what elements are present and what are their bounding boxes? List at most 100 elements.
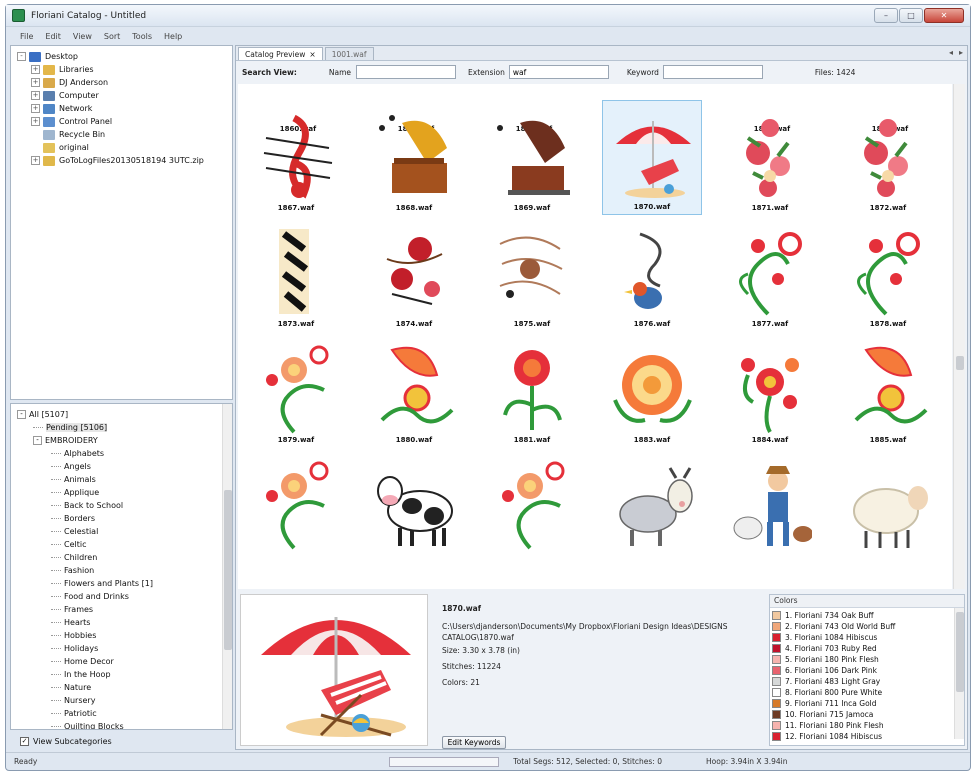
tab-prev-icon[interactable]: ◂	[949, 48, 953, 57]
menu-view[interactable]: View	[73, 32, 92, 41]
expand-icon[interactable]: +	[31, 117, 40, 126]
category-scroll-thumb[interactable]	[224, 490, 232, 650]
color-row[interactable]: 6. Floriani 106 Dark Pink	[772, 665, 877, 676]
tree-item[interactable]: + Libraries	[31, 63, 94, 76]
colors-scrollbar[interactable]	[954, 608, 964, 739]
category-item[interactable]: Angels	[51, 460, 91, 473]
category-item[interactable]: Hearts	[51, 616, 90, 629]
color-row[interactable]: 3. Floriani 1084 Hibiscus	[772, 632, 877, 643]
tree-item[interactable]: original	[31, 141, 89, 154]
collapse-icon[interactable]: -	[33, 436, 42, 445]
category-item[interactable]: Borders	[51, 512, 95, 525]
menu-file[interactable]: File	[20, 32, 33, 41]
color-row[interactable]: 5. Floriani 180 Pink Flesh	[772, 654, 879, 665]
color-row[interactable]: 12. Floriani 1084 Hibiscus	[772, 731, 882, 742]
design-thumbnail[interactable]: 1878.waf	[838, 216, 938, 331]
tab-catalog-preview[interactable]: Catalog Preview ×	[238, 47, 323, 60]
menu-sort[interactable]: Sort	[104, 32, 120, 41]
design-thumbnail[interactable]: 1874.waf	[364, 216, 464, 331]
tree-item[interactable]: Recycle Bin	[31, 128, 105, 141]
menu-tools[interactable]: Tools	[132, 32, 152, 41]
category-item[interactable]: Hobbies	[51, 629, 96, 642]
category-item[interactable]: Flowers and Plants [1]	[51, 577, 153, 590]
color-row[interactable]: 4. Floriani 703 Ruby Red	[772, 643, 877, 654]
expand-icon[interactable]: +	[31, 104, 40, 113]
view-subcategories-checkbox[interactable]: ✓	[20, 736, 29, 746]
color-row[interactable]: 8. Floriani 800 Pure White	[772, 687, 882, 698]
category-embroidery[interactable]: - EMBROIDERY	[33, 434, 98, 447]
design-thumbnail[interactable]: 1879.waf	[246, 332, 346, 447]
tree-item[interactable]: + DJ Anderson	[31, 76, 108, 89]
color-row[interactable]: 9. Floriani 711 Inca Gold	[772, 698, 877, 709]
category-pending[interactable]: Pending [5106]	[33, 421, 108, 434]
design-thumbnail[interactable]: 1870.waf	[602, 100, 702, 215]
design-thumbnail[interactable]	[246, 448, 346, 563]
design-thumbnail[interactable]: 1885.waf	[838, 332, 938, 447]
design-thumbnail[interactable]: 1869.waf	[482, 100, 582, 215]
category-item[interactable]: Holidays	[51, 642, 98, 655]
category-item[interactable]: Patriotic	[51, 707, 97, 720]
menu-edit[interactable]: Edit	[45, 32, 61, 41]
category-scrollbar[interactable]	[222, 404, 232, 729]
maximize-button[interactable]: □	[899, 8, 923, 23]
design-thumbnail[interactable]: 1877.waf	[720, 216, 820, 331]
design-thumbnail[interactable]: 1880.waf	[364, 332, 464, 447]
tab-1001-waf[interactable]: 1001.waf	[324, 47, 374, 60]
tab-close-icon[interactable]: ×	[309, 50, 315, 59]
design-thumbnail[interactable]	[602, 448, 702, 563]
tree-item[interactable]: + Control Panel	[31, 115, 112, 128]
extension-input[interactable]	[508, 65, 609, 79]
view-subcategories[interactable]: ✓ View Subcategories	[10, 732, 233, 750]
expand-icon[interactable]: +	[31, 78, 40, 87]
expand-icon[interactable]: +	[31, 91, 40, 100]
design-thumbnail[interactable]: 1871.waf	[720, 100, 820, 215]
color-row[interactable]: 10. Floriani 715 Jamoca	[772, 709, 873, 720]
menu-help[interactable]: Help	[164, 32, 182, 41]
grid-scroll-thumb[interactable]	[956, 356, 964, 370]
category-item[interactable]: Children	[51, 551, 97, 564]
design-thumbnail[interactable]: 1873.waf	[246, 216, 346, 331]
color-row[interactable]: 2. Floriani 743 Old World Buff	[772, 621, 895, 632]
design-thumbnail[interactable]: 1884.waf	[720, 332, 820, 447]
color-row[interactable]: 7. Floriani 483 Light Gray	[772, 676, 880, 687]
design-thumbnail[interactable]	[720, 448, 820, 563]
category-item[interactable]: Applique	[51, 486, 99, 499]
tab-next-icon[interactable]: ▸	[959, 48, 963, 57]
category-item[interactable]: Celestial	[51, 525, 98, 538]
tree-item[interactable]: - Desktop	[17, 50, 78, 63]
name-input[interactable]	[356, 65, 457, 79]
expand-icon[interactable]: +	[31, 156, 40, 165]
category-item[interactable]: Fashion	[51, 564, 94, 577]
category-item[interactable]: Celtic	[51, 538, 87, 551]
tree-item[interactable]: + Network	[31, 102, 92, 115]
colors-scroll-thumb[interactable]	[956, 612, 964, 692]
collapse-icon[interactable]: -	[17, 410, 26, 419]
category-item[interactable]: Nursery	[51, 694, 95, 707]
minimize-button[interactable]: –	[874, 8, 898, 23]
category-item[interactable]: Alphabets	[51, 447, 104, 460]
tree-item[interactable]: + Computer	[31, 89, 99, 102]
close-button[interactable]: ✕	[924, 8, 964, 23]
edit-keywords-button[interactable]: Edit Keywords	[442, 736, 506, 749]
category-item[interactable]: Food and Drinks	[51, 590, 129, 603]
grid-scrollbar[interactable]	[953, 84, 965, 589]
design-thumbnail[interactable]	[838, 448, 938, 563]
design-thumbnail[interactable]: 1867.waf	[246, 100, 346, 215]
category-item[interactable]: Nature	[51, 681, 91, 694]
category-item[interactable]: Home Decor	[51, 655, 114, 668]
category-item[interactable]: Quilting Blocks	[51, 720, 124, 729]
design-thumbnail[interactable]: 1872.waf	[838, 100, 938, 215]
category-item[interactable]: In the Hoop	[51, 668, 111, 681]
design-thumbnail[interactable]	[482, 448, 582, 563]
collapse-icon[interactable]: -	[17, 52, 26, 61]
design-thumbnail[interactable]: 1868.waf	[364, 100, 464, 215]
color-row[interactable]: 11. Floriani 180 Pink Flesh	[772, 720, 884, 731]
design-thumbnail[interactable]	[364, 448, 464, 563]
category-item[interactable]: Animals	[51, 473, 96, 486]
design-thumbnail[interactable]: 1881.waf	[482, 332, 582, 447]
category-item[interactable]: Back to School	[51, 499, 123, 512]
keyword-input[interactable]	[662, 65, 763, 79]
expand-icon[interactable]: +	[31, 65, 40, 74]
tree-item[interactable]: + GoToLogFiles20130518194 3UTC.zip	[31, 154, 204, 167]
color-row[interactable]: 1. Floriani 734 Oak Buff	[772, 610, 874, 621]
